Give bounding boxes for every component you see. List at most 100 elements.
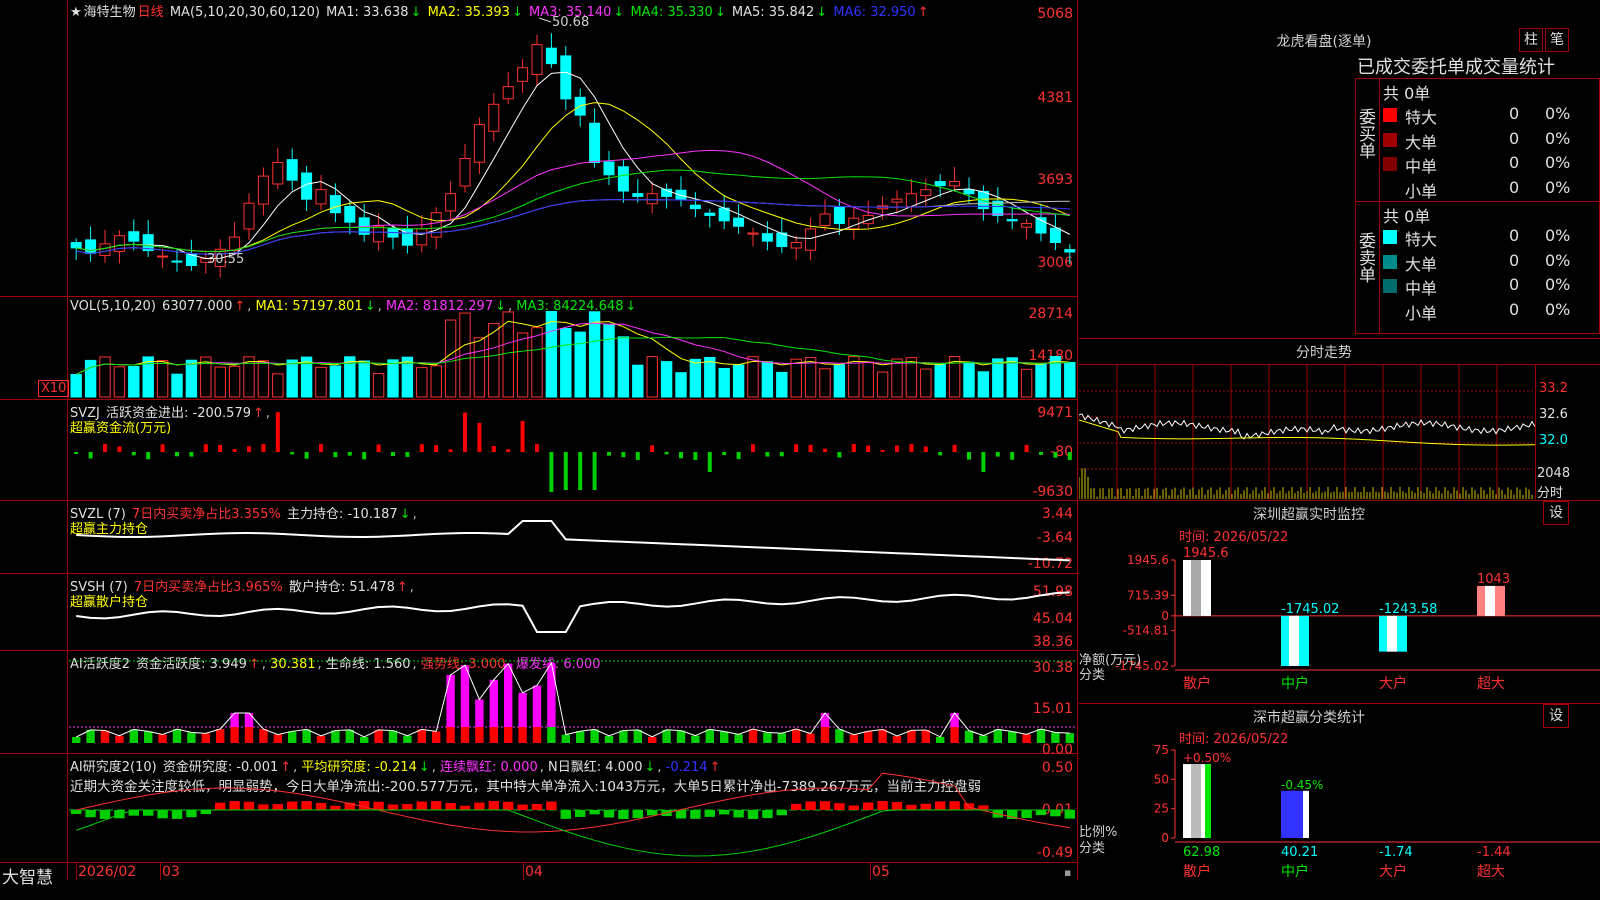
candle-body bbox=[473, 124, 485, 163]
research-bar bbox=[863, 802, 874, 810]
candle-body bbox=[459, 157, 471, 187]
sz-monitor-settings-button[interactable]: 设 bbox=[1543, 501, 1569, 525]
fund-flow-chart[interactable] bbox=[69, 400, 1077, 500]
fund-flow-bar bbox=[679, 452, 683, 459]
research-bar bbox=[546, 801, 557, 810]
buy-row-pct: 0% bbox=[1545, 104, 1571, 123]
research-bar bbox=[157, 810, 168, 819]
research-bar bbox=[935, 801, 946, 810]
chart-axis-label: 25 bbox=[1154, 802, 1169, 816]
volume-bar bbox=[156, 360, 169, 398]
buy-row-color-swatch bbox=[1383, 157, 1397, 171]
fund-flow-bar bbox=[218, 444, 223, 452]
fund-flow-bar bbox=[391, 452, 395, 456]
fund-flow-bar bbox=[837, 452, 842, 458]
bar-change-label: +0.50% bbox=[1183, 751, 1231, 765]
fund-flow-bar bbox=[563, 452, 568, 490]
lock-icon[interactable]: ▪ bbox=[1064, 866, 1071, 879]
sell-row-color-swatch bbox=[1383, 303, 1397, 318]
candle-body bbox=[560, 55, 572, 100]
activity-bar bbox=[432, 731, 441, 743]
category-label: 大户 bbox=[1379, 675, 1407, 692]
activity-bar bbox=[936, 736, 945, 743]
candle-body bbox=[646, 193, 658, 205]
bar-value-label: -1.74 bbox=[1379, 845, 1413, 860]
tick-mode-button[interactable]: 笔 bbox=[1545, 28, 1569, 52]
candle-body bbox=[949, 181, 961, 187]
activity-bar-strong bbox=[475, 699, 484, 727]
price-high-marker: 50.68 bbox=[552, 15, 589, 30]
activity-bar bbox=[1065, 733, 1074, 743]
fund-flow-bar bbox=[405, 452, 410, 457]
buy-total: 共 0单 bbox=[1383, 84, 1431, 103]
volume-bar bbox=[560, 327, 572, 398]
activity-bar bbox=[100, 730, 110, 743]
sz-class-chart[interactable]: 75 50 25 0 62.98 +0.50% 散户 40.21 -0.45% 中户 -1.74 大户… bbox=[1079, 742, 1600, 900]
fund-flow-bar bbox=[1010, 452, 1015, 460]
volume-bar bbox=[603, 323, 615, 398]
research-bar bbox=[315, 802, 327, 810]
research-line-red bbox=[76, 772, 1070, 833]
activity-bar-strong bbox=[950, 713, 959, 727]
sz-monitor-chart[interactable]: 1945.6715.390-514.81-1745.021945.6散户-174… bbox=[1079, 540, 1600, 702]
activity-bar bbox=[446, 727, 455, 743]
fund-flow-bar bbox=[74, 452, 79, 454]
candle-body bbox=[416, 228, 428, 246]
sz-class-settings-button[interactable]: 设 bbox=[1543, 704, 1569, 728]
volume-bar bbox=[689, 358, 702, 398]
volume-bar bbox=[358, 360, 370, 398]
fund-flow-bar bbox=[117, 446, 122, 452]
activity-bar bbox=[1008, 731, 1017, 743]
activity-bar bbox=[403, 735, 412, 743]
fund-flow-bar bbox=[160, 444, 165, 452]
fund-flow-bar bbox=[880, 449, 885, 452]
classification-bar-edge bbox=[1303, 790, 1309, 838]
date-tick bbox=[76, 862, 77, 880]
activity-bar bbox=[316, 735, 326, 743]
volume-bar bbox=[1035, 363, 1047, 398]
activity-bar bbox=[115, 735, 124, 743]
research-bar bbox=[517, 804, 528, 810]
research-bar bbox=[1050, 810, 1061, 817]
activity-bar bbox=[244, 727, 254, 743]
volume-chart[interactable] bbox=[69, 297, 1077, 399]
research-bar bbox=[200, 810, 211, 815]
volume-bar bbox=[675, 372, 687, 398]
candle-body bbox=[243, 202, 255, 230]
activity-bar bbox=[504, 727, 513, 743]
bar-value-label: 40.21 bbox=[1281, 845, 1318, 860]
main-chart-area[interactable]: ★ 海特生物 日线 MA(5,10,20,30,60,120) MA1: 33.63… bbox=[0, 0, 1078, 888]
volume-bar bbox=[545, 311, 558, 398]
research-bar bbox=[243, 801, 255, 810]
sz-monitor-title: 深圳超赢实时监控 bbox=[1253, 507, 1365, 523]
research-bar bbox=[531, 804, 543, 810]
bar-value-label: -1.44 bbox=[1477, 845, 1511, 860]
research-bar bbox=[387, 804, 399, 810]
volume-bar bbox=[704, 356, 716, 398]
ai-active-chart[interactable] bbox=[69, 651, 1077, 753]
bar-value-label: -1243.58 bbox=[1379, 602, 1437, 617]
vol-unit-badge[interactable]: X10 bbox=[38, 380, 70, 397]
classification-bar-edge bbox=[1205, 560, 1211, 616]
volume-bar bbox=[876, 371, 889, 398]
main-position-chart[interactable] bbox=[69, 501, 1077, 573]
candle-body bbox=[761, 233, 773, 242]
bar-mode-button[interactable]: 柱 bbox=[1519, 28, 1543, 52]
fund-flow-bar bbox=[362, 452, 367, 460]
activity-bar bbox=[331, 730, 340, 743]
fund-flow-bar bbox=[319, 444, 323, 452]
activity-bar bbox=[950, 727, 959, 743]
volume-bar bbox=[617, 336, 630, 398]
research-bar bbox=[503, 801, 514, 810]
activity-bar bbox=[907, 730, 916, 743]
price-chart[interactable]: 50.68 30.55 bbox=[69, 0, 1077, 296]
research-bar bbox=[171, 810, 183, 819]
date-label: 04 bbox=[525, 864, 543, 880]
research-bar bbox=[1064, 810, 1075, 819]
ai-research-chart[interactable] bbox=[69, 754, 1077, 862]
retail-position-chart[interactable] bbox=[69, 574, 1077, 650]
sell-total: 共 0单 bbox=[1383, 207, 1431, 226]
intraday-chart[interactable] bbox=[1079, 365, 1535, 499]
activity-bar bbox=[878, 729, 887, 743]
candle-body bbox=[1006, 219, 1018, 222]
